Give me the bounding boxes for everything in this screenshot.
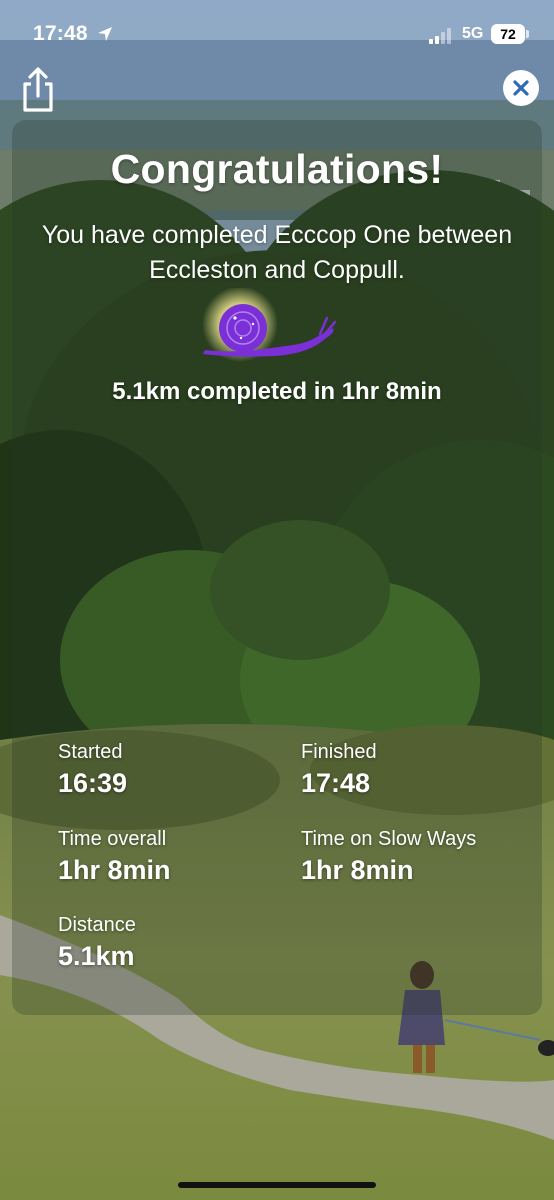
stat-time-overall: Time overall 1hr 8min	[58, 828, 171, 886]
signal-bars-icon	[429, 28, 455, 44]
home-indicator[interactable]	[178, 1182, 376, 1188]
stat-value: 1hr 8min	[301, 855, 414, 885]
stat-label: Distance	[58, 914, 136, 936]
stat-value: 17:48	[301, 768, 371, 798]
share-icon	[23, 67, 53, 112]
share-button[interactable]	[18, 66, 58, 114]
stat-value: 16:39	[58, 768, 128, 798]
battery-icon: 72	[491, 24, 525, 44]
stat-label: Time on Slow Ways	[301, 828, 477, 850]
stat-finished: Finished 17:48	[301, 741, 377, 799]
completion-summary: 5.1km completed in 1hr 8min	[112, 378, 442, 405]
close-icon	[513, 80, 529, 96]
location-arrow-icon	[96, 25, 114, 43]
snail-icon	[195, 286, 340, 362]
stat-time-on-slow-ways: Time on Slow Ways 1hr 8min	[301, 828, 476, 886]
battery-cap	[526, 30, 529, 38]
network-label: 5G	[462, 25, 484, 42]
page-title: Congratulations!	[110, 146, 444, 192]
stat-label: Started	[58, 741, 123, 763]
status-bar: 17:48 5G 72	[0, 0, 554, 70]
stat-started: Started 16:39	[58, 741, 127, 799]
close-button[interactable]	[503, 70, 539, 106]
stat-value: 5.1km	[58, 941, 135, 971]
status-time: 17:48	[33, 22, 88, 45]
stat-value: 1hr 8min	[58, 855, 171, 885]
stat-label: Finished	[301, 741, 377, 763]
stat-distance: Distance 5.1km	[58, 914, 136, 972]
completion-message: You have completed Ecccop One between Ec…	[41, 221, 513, 284]
stat-label: Time overall	[58, 828, 167, 850]
